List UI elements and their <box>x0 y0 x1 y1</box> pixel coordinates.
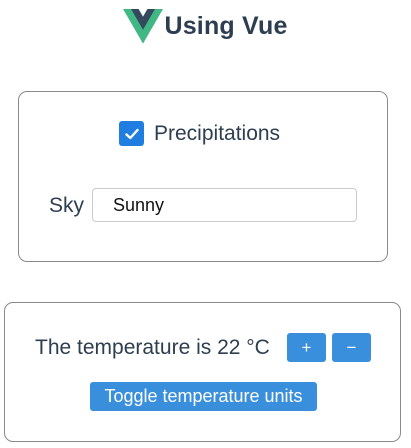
checkmark-icon <box>124 128 139 139</box>
weather-panel: Precipitations Sky <box>18 91 388 262</box>
sky-label: Sky <box>49 194 85 217</box>
page-title: Using Vue <box>164 11 288 40</box>
increment-button[interactable]: + <box>287 333 326 362</box>
temperature-text: The temperature is 22 °C <box>35 336 270 359</box>
precipitations-label: Precipitations <box>154 121 281 145</box>
decrement-button[interactable]: − <box>332 333 371 362</box>
precipitations-row: Precipitations <box>119 121 280 146</box>
vue-logo-icon <box>123 9 164 44</box>
temperature-panel: The temperature is 22 °C + − Toggle temp… <box>4 302 401 442</box>
toggle-units-button[interactable]: Toggle temperature units <box>90 382 317 411</box>
sky-input[interactable] <box>92 188 357 222</box>
precipitations-checkbox[interactable] <box>119 121 144 146</box>
app-header: Using Vue <box>0 6 411 46</box>
